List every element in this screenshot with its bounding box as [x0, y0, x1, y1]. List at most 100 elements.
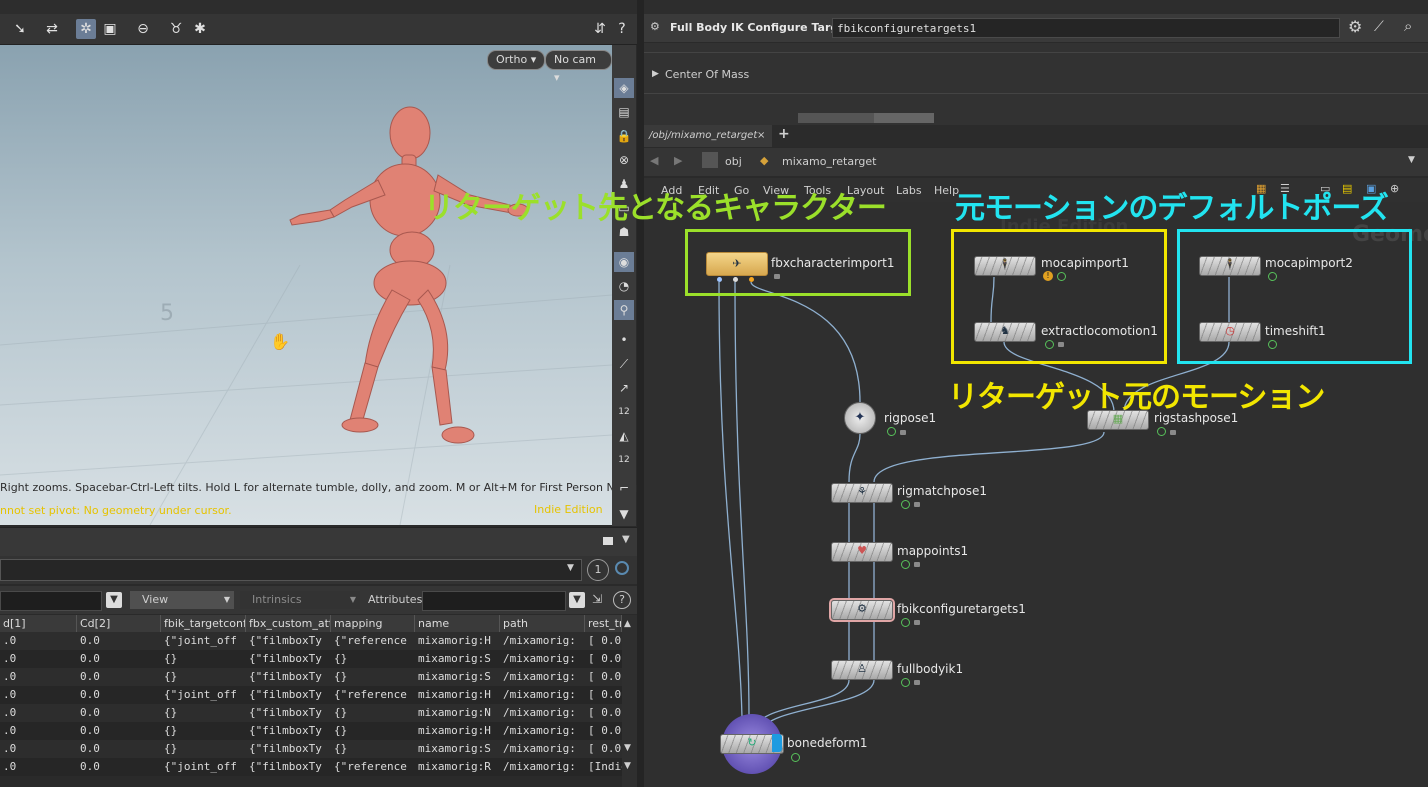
table-row[interactable]: .0 0.0 {} {"filmboxTy {} mixamorig:S/mixamori… [0, 740, 622, 758]
eye-icon[interactable]: ◔ [614, 276, 634, 296]
node-mappoints1[interactable]: ♥ [831, 542, 893, 562]
add-tab-button[interactable]: + [778, 126, 790, 142]
prim-number-icon[interactable]: 12 [614, 450, 634, 470]
corner-icon[interactable]: ⌐ [614, 478, 634, 498]
table-row[interactable]: .0 0.0 {"joint_off {"filmboxTy {"reference mi… [0, 632, 622, 650]
column-header[interactable]: rest_tr [585, 615, 622, 632]
table-cell: {} [334, 724, 348, 737]
zoom-icon[interactable]: ⊕ [1390, 182, 1399, 195]
chevron-down-icon[interactable]: ▼ [622, 534, 630, 545]
center-of-mass-folder[interactable]: Center Of Mass [665, 68, 749, 81]
node-fullbodyik1[interactable]: ♙ [831, 660, 893, 680]
display-options-icon[interactable]: ▤ [614, 102, 634, 122]
gear-icon[interactable]: ✱ [190, 19, 210, 39]
node-path-field[interactable]: ▼ [0, 559, 582, 581]
node-rigpose1[interactable]: ✦ [844, 402, 876, 434]
window-icon[interactable] [603, 537, 613, 545]
svg-text:5: 5 [160, 301, 174, 326]
camera-dropdown[interactable]: No cam ▾ [545, 50, 612, 84]
vector-icon[interactable]: ◭ [614, 426, 634, 446]
network-tab[interactable]: /obj/mixamo_retarget × [644, 125, 772, 147]
scroll-down-icon[interactable]: ▼ [614, 504, 634, 524]
gear-icon[interactable]: ⚙ [1348, 17, 1362, 36]
table-cell: {"reference [334, 634, 407, 647]
table-cell: /mixamorig: [503, 742, 576, 755]
view-dropdown[interactable]: View ▼ [130, 591, 234, 609]
spreadsheet-scrollbar[interactable]: ▲ ▼ ▼ [622, 615, 637, 787]
back-arrow-icon[interactable]: ◀ [650, 154, 658, 167]
network-canvas[interactable]: Indie Edition Geome ✈ fbxcharacterimport… [644, 202, 1428, 787]
attributes-input[interactable] [422, 591, 566, 611]
page-number-badge[interactable]: 1 [587, 559, 609, 581]
filter-icon[interactable]: ▼ [106, 592, 122, 608]
table-row[interactable]: .0 0.0 {} {"filmboxTy {} mixamorig:N/mixamori… [0, 704, 622, 722]
node-name-field[interactable]: fbikconfiguretargets1 [832, 18, 1340, 38]
filter-input[interactable] [0, 591, 102, 611]
node-fbikconfiguretargets1[interactable]: ⚙ [831, 600, 893, 620]
menu-labs[interactable]: Labs [896, 184, 922, 197]
column-header[interactable]: Cd[2] [77, 615, 161, 632]
display-icon[interactable]: ▣ [100, 19, 120, 39]
chevron-down-icon[interactable]: ▼ [1408, 155, 1415, 165]
search-icon[interactable]: ⌕ [1404, 17, 1412, 35]
table-row[interactable]: .0 0.0 {} {"filmboxTy {} mixamorig:H/mixamori… [0, 722, 622, 740]
column-header[interactable]: d[1] [0, 615, 77, 632]
lock-icon[interactable]: 🔒 [614, 126, 634, 146]
normal-icon[interactable]: ↗ [614, 378, 634, 398]
table-row[interactable]: .0 0.0 {"joint_off {"filmboxTy {"reference mi… [0, 758, 622, 776]
ghost-icon[interactable]: ⊗ [614, 150, 634, 170]
column-header[interactable]: fbik_targetconfi [161, 615, 246, 632]
vis-icon[interactable]: ⚲ [614, 300, 634, 320]
camera-icon[interactable]: ♉ [166, 19, 186, 39]
table-row[interactable]: .0 0.0 {} {"filmboxTy {} mixamorig:S/mixamori… [0, 668, 622, 686]
table-cell: 0.0 [80, 670, 100, 683]
snap-icon[interactable]: ✲ [76, 19, 96, 39]
source-default-pose-box [951, 229, 1167, 364]
node-rigmatchpose1[interactable]: ⚘ [831, 483, 893, 503]
layout-icon[interactable]: ⇵ [590, 19, 610, 39]
help-icon[interactable]: ? [612, 19, 632, 39]
column-header[interactable]: fbx_custom_att [246, 615, 331, 632]
ortho-dropdown[interactable]: Ortho ▾ [487, 50, 546, 70]
table-cell: /mixamorig: [503, 652, 576, 665]
table-row[interactable]: .0 0.0 {} {"filmboxTy {} mixamorig:S/mixamori… [0, 650, 622, 668]
path-network[interactable]: mixamo_retarget [782, 155, 876, 168]
filter-icon[interactable]: ▼ [569, 592, 585, 608]
top-strip [0, 0, 637, 14]
point-number-icon[interactable]: 12 [614, 402, 634, 422]
table-cell: .0 [3, 688, 17, 701]
no-entry-icon[interactable]: ⊖ [133, 19, 153, 39]
help-icon[interactable]: ? [613, 591, 631, 609]
brush-icon[interactable]: ⟋ [1374, 19, 1384, 35]
hand-cursor-icon: ✋ [270, 332, 290, 351]
expand-arrow-icon[interactable]: ▶ [652, 69, 659, 79]
obj-icon [702, 152, 718, 168]
table-cell: {} [164, 742, 178, 755]
transform-handle-icon[interactable]: ⇄ [42, 19, 62, 39]
node-label: fullbodyik1 [897, 662, 964, 676]
intrinsics-dropdown[interactable]: Intrinsics ▼ [240, 591, 360, 609]
close-icon[interactable]: × [757, 125, 765, 147]
path-obj[interactable]: obj [725, 155, 742, 168]
pane-divider[interactable] [637, 0, 644, 787]
column-header[interactable]: name [415, 615, 500, 632]
display-flag-icon[interactable] [772, 734, 782, 752]
chevron-down-icon[interactable]: ▼ [567, 563, 574, 573]
3d-viewport[interactable]: 5 Ortho ▾ No cam ▾ ✋ [0, 45, 612, 525]
column-header[interactable]: path [500, 615, 585, 632]
node-label: rigpose1 [884, 411, 937, 425]
table-cell: 0.0 [80, 652, 100, 665]
table-cell: [ 0.0 [588, 706, 622, 719]
grid-icon[interactable]: ◈ [614, 78, 634, 98]
edge-icon[interactable]: ⟋ [614, 354, 634, 374]
pin-icon[interactable] [615, 561, 629, 575]
forward-arrow-icon[interactable]: ▶ [674, 154, 682, 167]
point-icon[interactable]: • [614, 330, 634, 350]
table-cell: .0 [3, 634, 17, 647]
column-header[interactable]: mapping [331, 615, 415, 632]
table-cell: 0.0 [80, 634, 100, 647]
select-arrow-icon[interactable]: ➘ [10, 19, 30, 39]
table-row[interactable]: .0 0.0 {"joint_off {"filmboxTy {"reference mi… [0, 686, 622, 704]
render-icon[interactable]: ◉ [614, 252, 634, 272]
export-icon[interactable]: ⇲ [592, 592, 602, 606]
